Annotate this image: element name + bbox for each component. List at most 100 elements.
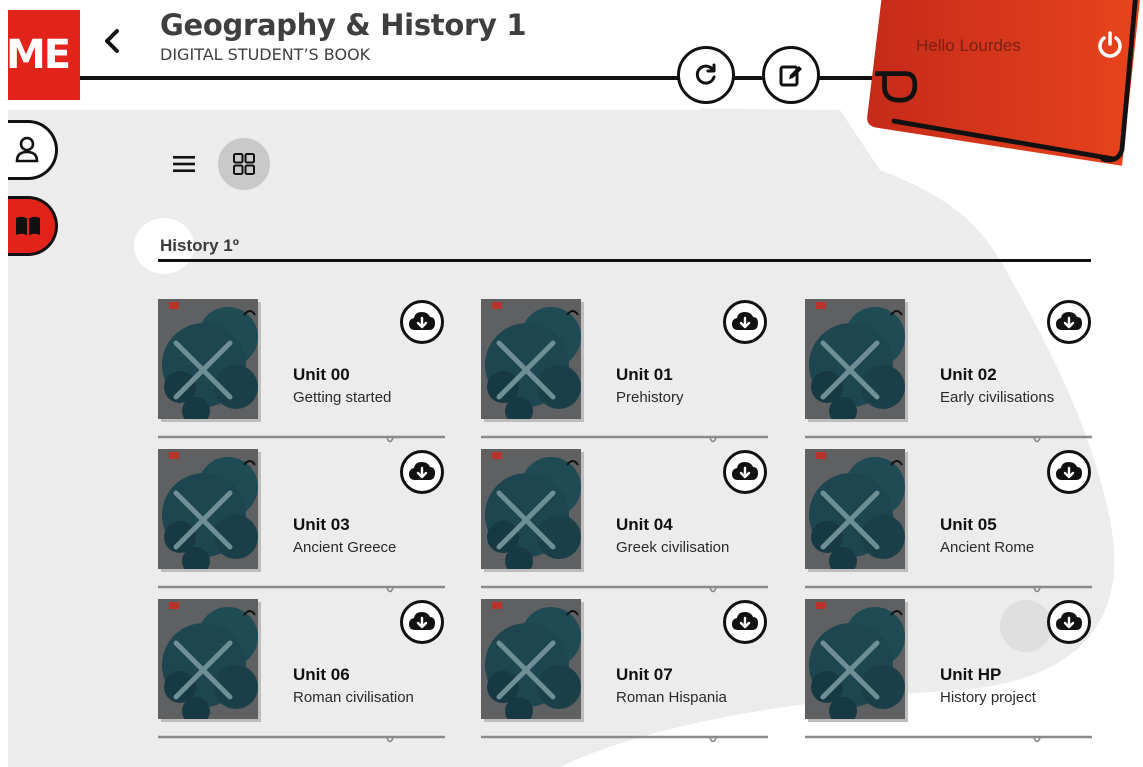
unit-subtitle[interactable]: Greek civilisation: [616, 539, 729, 556]
unit-title[interactable]: Unit 04: [616, 515, 673, 535]
unit-subtitle[interactable]: History project: [940, 689, 1036, 706]
unit-title[interactable]: Unit 03: [293, 515, 350, 535]
unit-cover[interactable]: [805, 599, 905, 719]
download-button[interactable]: [723, 450, 767, 494]
publisher-tag: [169, 452, 179, 459]
unit-title[interactable]: Unit 06: [293, 665, 350, 685]
unit-card[interactable]: Unit 01 Prehistory: [481, 299, 771, 443]
publisher-tag: [492, 602, 502, 609]
unit-title[interactable]: Unit HP: [940, 665, 1001, 685]
card-divider: [481, 435, 768, 443]
unit-subtitle[interactable]: Early civilisations: [940, 389, 1054, 406]
unit-card[interactable]: Unit 07 Roman Hispania: [481, 599, 771, 743]
card-divider: [481, 585, 768, 593]
user-icon: [15, 136, 39, 163]
cloud-download-icon: [732, 312, 758, 330]
logout-button[interactable]: [1096, 30, 1124, 60]
unit-subtitle[interactable]: Getting started: [293, 389, 391, 406]
unit-title[interactable]: Unit 00: [293, 365, 350, 385]
section-title: History 1º: [160, 236, 239, 255]
unit-subtitle[interactable]: Roman Hispania: [616, 689, 727, 706]
unit-card[interactable]: Unit 06 Roman civilisation: [158, 599, 448, 743]
unit-cover[interactable]: [805, 299, 905, 419]
unit-subtitle[interactable]: Roman civilisation: [293, 689, 414, 706]
unit-card[interactable]: Unit HP History project: [805, 599, 1095, 743]
unit-subtitle[interactable]: Prehistory: [616, 389, 684, 406]
cloud-download-icon: [409, 612, 435, 630]
cover-illustration: [162, 607, 258, 719]
unit-subtitle[interactable]: Ancient Greece: [293, 539, 396, 556]
card-divider: [805, 735, 1092, 743]
unit-title[interactable]: Unit 02: [940, 365, 997, 385]
cover-illustration: [485, 307, 581, 419]
card-divider: [481, 735, 768, 743]
cloud-download-icon: [732, 462, 758, 480]
download-button[interactable]: [400, 300, 444, 344]
unit-cover[interactable]: [158, 599, 258, 719]
back-button[interactable]: [97, 24, 127, 58]
download-button[interactable]: [723, 300, 767, 344]
unit-cover[interactable]: [158, 449, 258, 569]
card-divider: [158, 435, 445, 443]
download-button[interactable]: [723, 600, 767, 644]
page-subtitle: DIGITAL STUDENT’S BOOK: [160, 45, 371, 64]
download-button[interactable]: [1047, 300, 1091, 344]
unit-divider: [481, 733, 768, 743]
section-divider: [158, 259, 1091, 262]
unit-divider: [158, 583, 445, 593]
cover-illustration: [809, 307, 905, 419]
greeting-text: Hello Lourdes: [916, 36, 1021, 55]
unit-card[interactable]: Unit 03 Ancient Greece: [158, 449, 448, 593]
cloud-download-icon: [409, 312, 435, 330]
cloud-download-icon: [1056, 312, 1082, 330]
cover-illustration: [162, 457, 258, 569]
unit-divider: [481, 583, 768, 593]
cover-illustration: [162, 307, 258, 419]
power-icon: [1098, 31, 1122, 58]
list-view-button[interactable]: [166, 146, 202, 182]
unit-card[interactable]: Unit 02 Early civilisations: [805, 299, 1095, 443]
card-divider: [158, 585, 445, 593]
cloud-download-icon: [409, 462, 435, 480]
unit-subtitle[interactable]: Ancient Rome: [940, 539, 1034, 556]
card-divider: [805, 585, 1092, 593]
unit-title[interactable]: Unit 05: [940, 515, 997, 535]
unit-title[interactable]: Unit 01: [616, 365, 673, 385]
user-panel-card: [867, 0, 1140, 166]
card-divider: [158, 735, 445, 743]
unit-card[interactable]: Unit 05 Ancient Rome: [805, 449, 1095, 593]
unit-title[interactable]: Unit 07: [616, 665, 673, 685]
unit-cover[interactable]: [805, 449, 905, 569]
unit-cover[interactable]: [481, 299, 581, 419]
cloud-download-icon: [1056, 612, 1082, 630]
cover-illustration: [809, 607, 905, 719]
page-title: Geography & History 1: [160, 8, 527, 42]
download-button[interactable]: [400, 600, 444, 644]
unit-divider: [481, 433, 768, 443]
unit-card[interactable]: Unit 04 Greek civilisation: [481, 449, 771, 593]
cloud-download-icon: [732, 612, 758, 630]
unit-cover[interactable]: [158, 299, 258, 419]
book-icon: [16, 216, 40, 236]
unit-cover[interactable]: [481, 449, 581, 569]
publisher-logo: ME: [8, 10, 80, 100]
download-button[interactable]: [1047, 450, 1091, 494]
list-view-icon: [173, 156, 195, 172]
download-button[interactable]: [1047, 600, 1091, 644]
unit-divider: [805, 583, 1092, 593]
cover-illustration: [809, 457, 905, 569]
grid-view-button[interactable]: [218, 138, 270, 190]
cloud-download-icon: [1056, 462, 1082, 480]
publisher-tag: [492, 302, 502, 309]
unit-card[interactable]: Unit 00 Getting started: [158, 299, 448, 443]
publisher-tag: [169, 302, 179, 309]
unit-cover[interactable]: [481, 599, 581, 719]
publisher-tag: [492, 452, 502, 459]
refresh-button[interactable]: [677, 46, 735, 104]
download-button[interactable]: [400, 450, 444, 494]
publisher-tag: [816, 602, 826, 609]
unit-divider: [805, 433, 1092, 443]
edit-notes-button[interactable]: [762, 46, 820, 104]
publisher-tag: [169, 602, 179, 609]
unit-divider: [805, 733, 1092, 743]
